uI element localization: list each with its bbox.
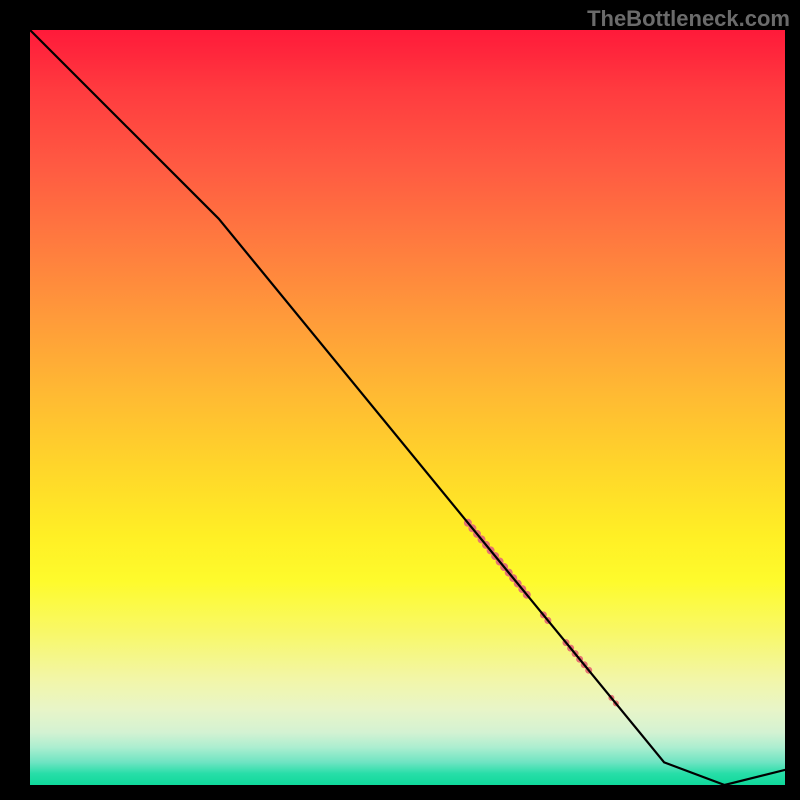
chart-overlay-svg [30, 30, 785, 785]
attribution-text: TheBottleneck.com [587, 6, 790, 32]
bottleneck-curve-line [30, 30, 785, 785]
chart-plot-area [30, 30, 785, 785]
